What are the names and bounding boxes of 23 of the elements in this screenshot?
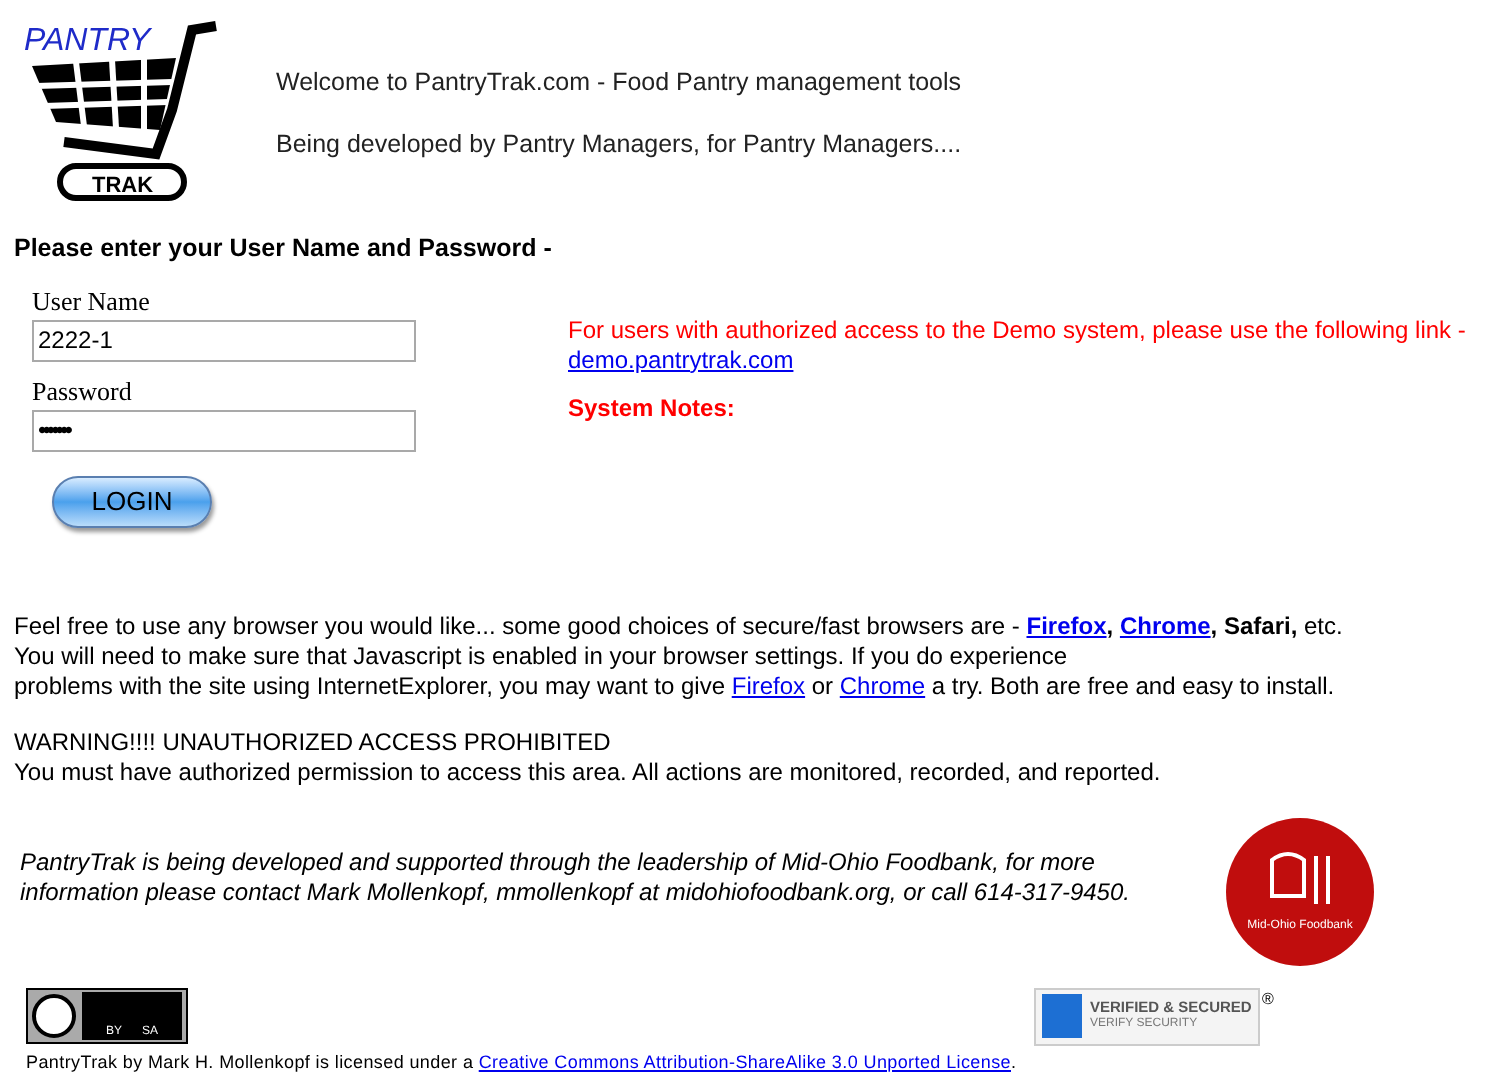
- field-label: Password: [32, 373, 134, 410]
- browser-link[interactable]: Firefox: [731, 671, 806, 700]
- password-field[interactable]: •••••••: [32, 409, 416, 452]
- header-text: Welcome to PantryTrak.com - Food Pantry management tools: [276, 66, 962, 100]
- username-field[interactable]: 2222-1: [32, 319, 416, 362]
- browser-link[interactable]: Firefox: [1026, 611, 1107, 640]
- browser-link[interactable]: Chrome: [839, 671, 926, 700]
- field-label: User Name: [32, 283, 152, 320]
- demo-notice: For users with authorized access to the Demo system, please use the following link - demo.pantrytrak.com: [568, 315, 1468, 376]
- license-link[interactable]: Creative Commons Attribution-ShareAlike 3.0 Unported License: [478, 1051, 1011, 1072]
- header-text: Being developed by Pantry Managers, for Pantry Managers....: [276, 127, 962, 162]
- system-notes-label: System Notes:: [568, 391, 737, 426]
- support-note: PantryTrak is being developed and supported through the leadership of Mid-Ohio Foodbank, for more information please contact Mark Mollenkopf, mmollenkopf at midohiofoodbank.org, or call 614-317-9450.: [20, 847, 1132, 908]
- warning-text: You must have authorized permission to access this area. All actions are monitored, recorded, and reported.: [14, 757, 1163, 788]
- warning-title: WARNING!!!! UNAUTHORIZED ACCESS PROHIBITED: [14, 727, 613, 758]
- browser-link[interactable]: Chrome: [1119, 611, 1211, 640]
- login-button[interactable]: LOGIN: [52, 475, 212, 528]
- login-heading: Please enter your User Name and Password -: [14, 232, 554, 266]
- license-text: PantryTrak by Mark H. Mollenkopf is licensed under a Creative Commons Attribution-ShareAlike 3.0 Unported License.: [26, 1049, 1019, 1076]
- browser-note: Feel free to use any browser you would like... some good choices of secure/fast browsers are - Firefox, Chrome, Safari, etc. You will need to make sure that Javascript is enabled in your browser settings. If you do experience problems with the site using InternetExplorer, you may want to give Firefox or Chrome a try. Both are free and easy to install.: [14, 611, 1345, 702]
- registered-mark: ®: [1262, 987, 1274, 1012]
- demo-link[interactable]: demo.pantrytrak.com: [568, 345, 794, 374]
- shopping-cart-logo: PANTRY TRAK: [16, 10, 228, 202]
